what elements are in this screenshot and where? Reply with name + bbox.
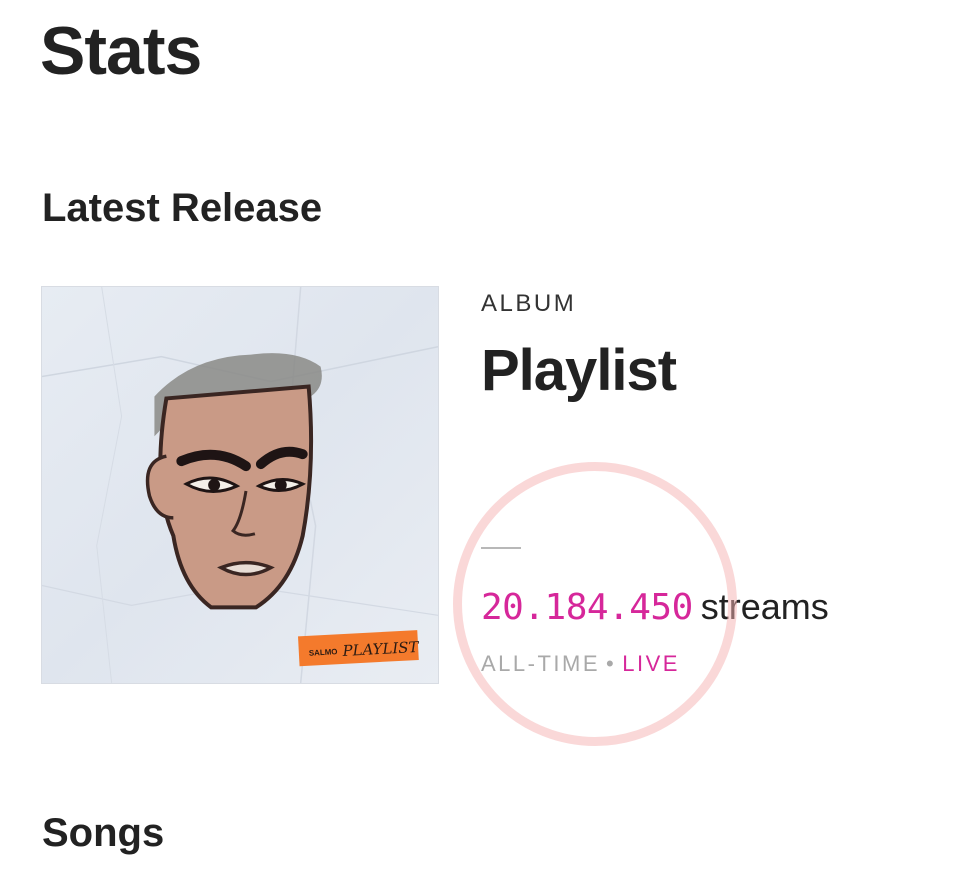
album-cover-art: SALMO PLAYLIST	[42, 287, 438, 683]
release-title[interactable]: Playlist	[481, 338, 941, 403]
album-cover[interactable]: SALMO PLAYLIST	[41, 286, 439, 684]
divider	[481, 547, 521, 549]
streams-period: ALL-TIME • LIVE	[481, 651, 680, 677]
streams-stat: 20.184.450 streams	[481, 585, 829, 629]
release-info: ALBUM Playlist	[481, 290, 941, 403]
streams-count: 20.184.450	[481, 587, 693, 628]
period-label: ALL-TIME	[481, 651, 601, 676]
songs-heading: Songs	[42, 811, 165, 855]
live-badge: LIVE	[622, 651, 680, 676]
page-title: Stats	[40, 13, 202, 89]
latest-release-heading: Latest Release	[42, 186, 323, 230]
release-type: ALBUM	[481, 290, 577, 317]
cover-label-artist: SALMO	[309, 647, 338, 657]
period-separator: •	[606, 651, 617, 676]
streams-unit: streams	[700, 586, 829, 627]
